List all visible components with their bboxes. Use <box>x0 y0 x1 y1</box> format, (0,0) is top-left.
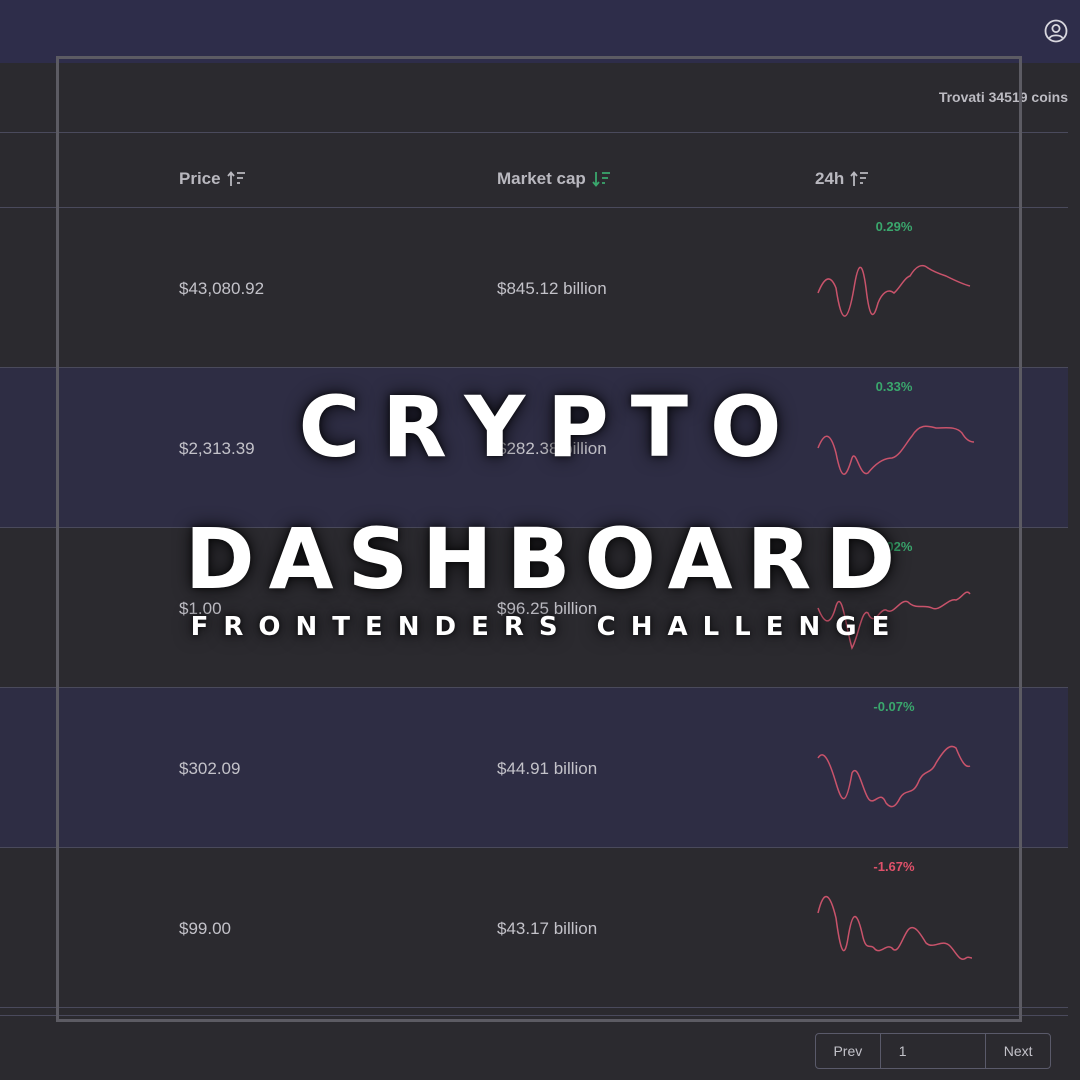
table-row[interactable]: $43,080.92 $845.12 billion 0.29% <box>0 208 1068 367</box>
market-cap-cell: $44.91 billion <box>497 759 598 778</box>
divider <box>0 132 1068 133</box>
prev-button[interactable]: Prev <box>816 1034 881 1068</box>
divider <box>0 1015 1068 1016</box>
table-row[interactable]: $302.09 $44.91 billion -0.07% <box>0 688 1068 847</box>
column-header-label: Price <box>179 169 221 188</box>
overlay-subtitle: FRONTENDERS CHALLENGE <box>190 612 905 642</box>
sparkline-chart <box>817 745 971 808</box>
next-button[interactable]: Next <box>986 1034 1050 1068</box>
sort-ascending-icon <box>226 171 245 186</box>
price-cell: $43,080.92 <box>179 279 265 298</box>
change-24h: 0.29% <box>875 219 913 234</box>
column-header-label: 24h <box>815 169 845 188</box>
overlay-title-line2: DASHBOARD <box>184 510 910 608</box>
sort-descending-icon <box>592 172 610 187</box>
results-count: Trovati 34519 coins <box>938 89 1068 105</box>
market-cap-cell: $845.12 billion <box>497 279 607 298</box>
column-header-24h[interactable]: 24h <box>815 169 870 189</box>
user-circle-icon[interactable] <box>1044 19 1068 43</box>
column-header-label: Market cap <box>497 169 586 188</box>
table-row[interactable]: $99.00 $43.17 billion -1.67% <box>0 848 1068 1007</box>
sort-ascending-icon <box>850 171 869 186</box>
divider <box>0 1007 1068 1008</box>
change-24h: -0.07% <box>873 699 915 714</box>
market-cap-cell: $43.17 billion <box>497 919 598 938</box>
top-bar <box>0 0 1080 63</box>
column-header-market-cap[interactable]: Market cap <box>497 169 612 189</box>
column-header-price[interactable]: Price <box>179 169 247 189</box>
page-input[interactable]: 1 <box>881 1034 987 1068</box>
change-24h: -1.67% <box>873 859 915 874</box>
sparkline-chart <box>817 896 973 960</box>
overlay-title-line1: CRYPTO <box>298 378 804 476</box>
sparkline-chart <box>817 264 971 317</box>
price-cell: $99.00 <box>179 919 231 938</box>
pagination: Prev 1 Next <box>815 1033 1051 1069</box>
price-cell: $302.09 <box>179 759 241 778</box>
